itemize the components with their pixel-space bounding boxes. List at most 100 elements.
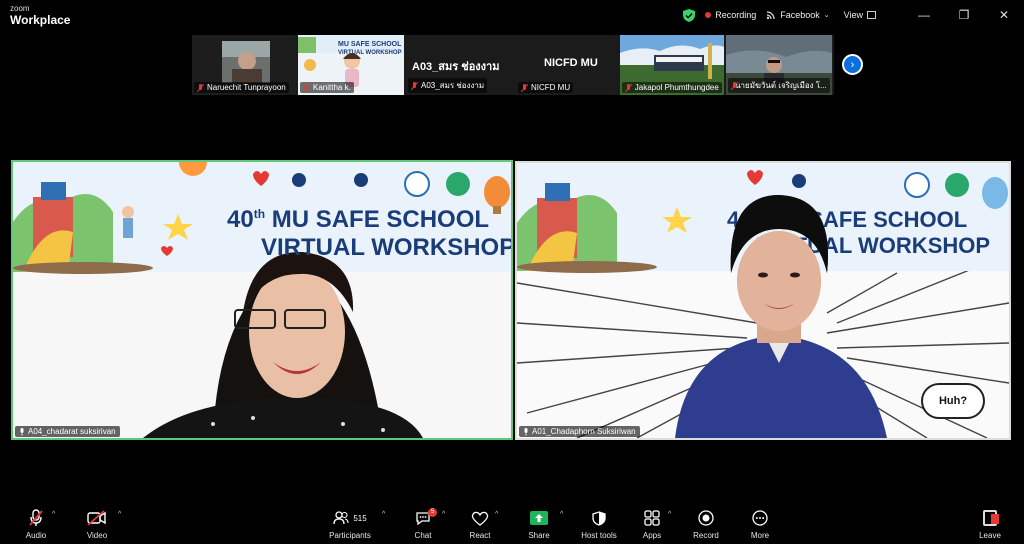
mic-muted-icon [29,509,43,526]
participants-options-chevron-icon[interactable]: ^ [382,511,385,518]
react-options-chevron-icon[interactable]: ^ [495,511,498,518]
banner-strip-title: MU SAFE SCHOOL [338,41,402,48]
security-shield-icon[interactable] [683,8,696,22]
audio-label: Audio [25,531,47,540]
gallery-strip: Naruechit Tunprayoon MU SAFE SCHOOL VIRT… [192,35,834,95]
leave-door-icon [983,510,999,526]
participant-name-tag: Kanittha k. [300,82,354,93]
more-icon [752,510,768,526]
shield-icon [592,510,606,526]
minimize-button[interactable]: — [904,8,944,22]
record-label: Record [693,531,719,540]
video-participant-name: A01_Chadaphorn Suksiriwan [532,427,636,436]
title-bar: zoom Workplace Recording Facebook ⌄ View… [0,0,1024,30]
chevron-right-icon: › [850,58,855,71]
share-screen-icon [530,511,548,525]
brand-small: zoom [10,4,30,13]
heart-icon [471,511,489,526]
video-label: Video [86,531,108,540]
camera-off-icon [87,510,106,526]
record-icon [698,510,714,526]
participant-tile[interactable]: นายมัฆวันต์ เจริญเมือง โ... [726,35,832,95]
participant-name-tag: Jakapol Phumthungdee [622,82,722,93]
recording-dot-icon [705,12,712,18]
participant-name: Naruechit Tunprayoon [207,83,286,92]
audio-options-chevron-icon[interactable]: ^ [52,511,55,518]
main-video-tile[interactable]: 40th MU SAFE SCHOOL VIRTUAL WORKSHOP Huh… [515,161,1011,440]
record-button[interactable]: Record [676,509,736,540]
restore-button[interactable]: ❐ [944,8,984,22]
video-name-tag: A04_chadarat suksirivan [15,426,120,437]
mic-muted-icon [731,81,737,90]
react-button[interactable]: React [450,509,510,540]
host-tools-label: Host tools [581,531,617,540]
participant-tile[interactable]: Jakapol Phumthungdee [620,35,724,95]
participant-name: Kanittha k. [313,83,351,92]
close-button[interactable]: ✕ [984,8,1024,22]
banner-title-line2: VIRTUAL WORKSHOP [261,234,513,261]
host-tools-button[interactable]: Host tools [569,509,629,540]
virtual-background [13,162,511,438]
mic-icon [524,427,528,435]
apps-button[interactable]: Apps [622,509,682,540]
view-label: View [843,10,863,20]
mic-muted-icon [303,83,310,92]
share-options-chevron-icon[interactable]: ^ [560,511,563,518]
brand-main: Workplace [10,13,71,27]
meeting-toolbar: Audio ^ Video ^ 515 Participants ^ 5 Cha… [0,505,1024,544]
participant-name: Jakapol Phumthungdee [634,83,719,92]
participant-name: นายมัฆวันต์ เจริญเมือง โ... [735,81,827,90]
participants-label: Participants [329,531,371,540]
participant-name: A03_สมร ช่องงาม [421,81,485,90]
leave-button[interactable]: Leave [960,509,1020,540]
participant-name-tag: นายมัฆวันต์ เจริญเมือง โ... [728,78,830,93]
participant-tile[interactable]: MU SAFE SCHOOL VIRTUAL WORKSHOP Kanittha… [298,35,404,95]
recording-indicator[interactable]: Recording [705,10,756,20]
broadcast-icon [767,11,775,20]
mic-muted-icon [411,81,418,90]
main-video-tile[interactable]: 40th MU SAFE SCHOOL VIRTUAL WORKSHOP A04… [11,160,513,440]
more-label: More [750,531,770,540]
audio-button[interactable]: Audio [6,509,66,540]
participant-count: 515 [353,513,367,523]
participant-name-tag: NICFD MU [518,82,574,93]
apps-options-chevron-icon[interactable]: ^ [668,511,671,518]
apps-label: Apps [642,531,662,540]
participants-icon [333,511,349,525]
live-stream-dropdown[interactable]: Facebook ⌄ [766,10,830,20]
participant-tile[interactable]: NICFD MU NICFD MU [516,35,618,95]
speech-bubble: Huh? [921,383,985,419]
chat-options-chevron-icon[interactable]: ^ [442,511,445,518]
next-page-button[interactable]: › [842,54,863,75]
view-button[interactable]: View [844,10,876,20]
apps-icon [644,510,660,526]
mic-muted-icon [625,83,632,92]
participant-tile[interactable]: A03_สมร ช่องงาม A03_สมร ช่องงาม [406,35,514,95]
participant-overlay-text: A03_สมร ช่องงาม [412,61,500,73]
participant-overlay-text: NICFD MU [544,57,598,69]
mic-muted-icon [197,83,204,92]
banner-title-line1: 40th MU SAFE SCHOOL [227,206,490,233]
participant-tile[interactable]: Naruechit Tunprayoon [192,35,296,95]
more-button[interactable]: More [730,509,790,540]
grid-view-icon [867,11,876,19]
chevron-down-icon: ⌄ [823,12,830,19]
stream-label: Facebook [780,10,820,20]
mic-icon [20,427,24,435]
banner-strip-subtitle: VIRTUAL WORKSHOP [338,50,402,56]
mic-muted-icon [521,83,528,92]
leave-label: Leave [979,531,1001,540]
participant-name-tag: A03_สมร ช่องงาม [408,78,488,93]
participants-button[interactable]: 515 Participants [320,509,380,540]
app-brand: zoom Workplace [10,4,71,27]
participant-name: NICFD MU [531,83,571,92]
video-participant-name: A04_chadarat suksirivan [28,427,116,436]
video-options-chevron-icon[interactable]: ^ [118,511,121,518]
video-name-tag: A01_Chadaphorn Suksiriwan [519,426,640,437]
chat-label: Chat [414,531,432,540]
speech-bubble-text: Huh? [938,395,968,407]
share-label: Share [528,531,550,540]
recording-label: Recording [715,10,757,20]
participant-name-tag: Naruechit Tunprayoon [194,82,289,93]
react-label: React [469,531,491,540]
